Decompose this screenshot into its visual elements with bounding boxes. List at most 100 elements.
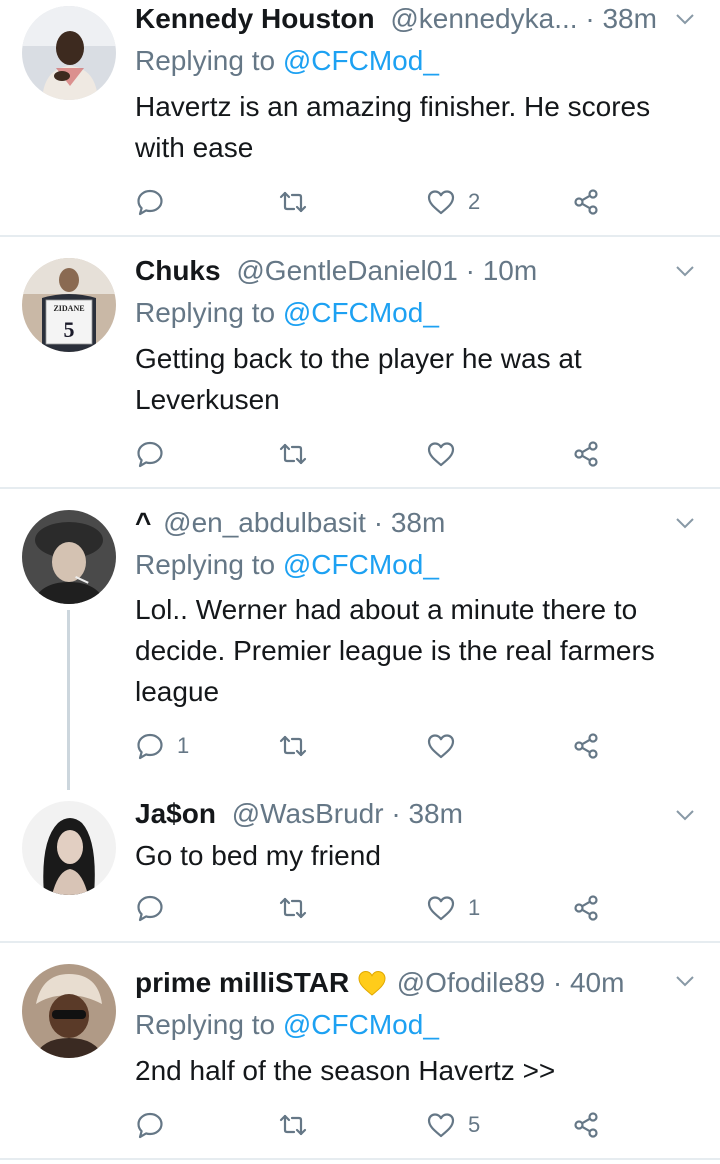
like-button[interactable]: 5 — [426, 1107, 480, 1143]
heart-icon — [427, 1113, 455, 1138]
avatar[interactable] — [22, 801, 116, 895]
avatar[interactable] — [22, 510, 116, 604]
retweet-icon — [279, 443, 307, 465]
share-button[interactable] — [571, 1107, 601, 1143]
retweet-button[interactable] — [278, 1107, 308, 1143]
tweet-card[interactable]: ZIDANE 5 Chuks @GentleDaniel01 · 10m Rep… — [0, 237, 720, 487]
retweet-button[interactable] — [278, 436, 308, 472]
separator-dot: · — [383, 798, 409, 829]
reply-icon — [137, 733, 163, 760]
retweet-icon — [279, 897, 307, 919]
display-name[interactable]: Kennedy Houston — [135, 3, 375, 34]
tweet-card[interactable]: prime milliSTAR @Ofodile89 · 40m Replyin… — [0, 943, 720, 1158]
share-icon — [574, 733, 598, 759]
tweet-card[interactable]: Ja$on @WasBrudr · 38m Go to bed my frien… — [0, 779, 720, 941]
reply-icon — [137, 1112, 163, 1139]
tweet-header: Kennedy Houston @kennedyka... · 38m — [135, 1, 690, 37]
chevron-down-icon[interactable] — [674, 260, 696, 282]
share-button[interactable] — [571, 728, 601, 764]
jersey-name: ZIDANE — [53, 304, 84, 313]
reply-icon — [137, 895, 163, 922]
heart-icon — [427, 190, 455, 215]
replying-to-label: Replying to — [135, 297, 283, 328]
reply-count: 1 — [177, 733, 190, 758]
timestamp[interactable]: 40m — [570, 967, 624, 998]
separator-dot: · — [457, 255, 483, 286]
reply-button[interactable] — [135, 184, 177, 220]
share-button[interactable] — [571, 436, 601, 472]
retweet-button[interactable] — [278, 728, 308, 764]
avatar[interactable] — [22, 6, 116, 100]
mention-link[interactable]: @CFCMod_ — [283, 297, 439, 328]
timestamp[interactable]: 38m — [602, 3, 656, 34]
user-handle[interactable]: @WasBrudr — [232, 798, 384, 829]
replying-to-label: Replying to — [135, 45, 283, 76]
tweet-text: Getting back to the player he was at Lev… — [135, 343, 582, 415]
mention-link[interactable]: @CFCMod_ — [283, 549, 439, 580]
reply-button[interactable]: 1 — [135, 728, 189, 764]
like-button[interactable]: 2 — [426, 184, 480, 220]
separator-dot: · — [577, 3, 603, 34]
action-bar — [135, 436, 720, 472]
user-handle[interactable]: @Ofodile89 — [397, 967, 545, 998]
like-button[interactable] — [426, 436, 468, 472]
tweet-card[interactable]: ^ @en_abdulbasit · 38m Replying to @CFCM… — [0, 489, 720, 779]
avatar[interactable]: ZIDANE 5 — [22, 258, 116, 352]
user-handle[interactable]: @kennedyka... — [390, 3, 577, 34]
jersey-number: 5 — [64, 317, 75, 342]
chevron-down-icon[interactable] — [674, 8, 696, 30]
timestamp[interactable]: 38m — [391, 507, 445, 538]
tweet-text: 2nd half of the season Havertz >> — [135, 1055, 556, 1086]
retweet-icon — [279, 191, 307, 213]
timestamp[interactable]: 38m — [408, 798, 462, 829]
tweet-text: Havertz is an amazing finisher. He score… — [135, 91, 651, 163]
mention-link[interactable]: @CFCMod_ — [283, 45, 439, 76]
chevron-down-icon[interactable] — [674, 804, 696, 826]
separator-dot: · — [545, 967, 570, 998]
share-icon — [574, 189, 598, 215]
tweet-text: Go to bed my friend — [135, 840, 381, 871]
reply-button[interactable] — [135, 890, 177, 926]
display-name[interactable]: ^ — [135, 507, 151, 538]
avatar[interactable] — [22, 964, 116, 1058]
tweet-header: Chuks @GentleDaniel01 · 10m — [135, 253, 690, 289]
action-bar: 5 — [135, 1107, 720, 1143]
display-name[interactable]: Chuks — [135, 255, 221, 286]
reply-icon — [137, 441, 163, 468]
mention-link[interactable]: @CFCMod_ — [283, 1009, 439, 1040]
like-button[interactable] — [426, 728, 468, 764]
action-bar: 2 — [135, 184, 720, 220]
chevron-down-icon[interactable] — [674, 970, 696, 992]
tweet-text: Lol.. Werner had about a minute there to… — [135, 594, 655, 707]
action-bar: 1 — [135, 890, 720, 926]
retweet-icon — [279, 735, 307, 757]
divider — [0, 1158, 720, 1160]
tweet-card[interactable]: Kennedy Houston @kennedyka... · 38m Repl… — [0, 0, 720, 235]
yellow-heart-emoji-icon — [358, 970, 386, 996]
like-count: 5 — [468, 1112, 481, 1137]
share-button[interactable] — [571, 890, 601, 926]
share-button[interactable] — [571, 184, 601, 220]
share-icon — [574, 895, 598, 921]
display-name[interactable]: Ja$on — [135, 798, 216, 829]
replying-to-label: Replying to — [135, 1009, 283, 1040]
timestamp[interactable]: 10m — [483, 255, 537, 286]
user-handle[interactable]: @en_abdulbasit — [163, 507, 366, 538]
chevron-down-icon[interactable] — [674, 512, 696, 534]
replying-to: Replying to @CFCMod_ — [135, 295, 439, 331]
action-bar: 1 — [135, 728, 720, 764]
reply-icon — [137, 189, 163, 216]
like-count: 2 — [468, 189, 481, 214]
retweet-icon — [279, 1114, 307, 1136]
replying-to: Replying to @CFCMod_ — [135, 43, 439, 79]
share-icon — [574, 441, 598, 467]
display-name[interactable]: prime milliSTAR — [135, 967, 349, 998]
like-button[interactable]: 1 — [426, 890, 480, 926]
share-icon — [574, 1112, 598, 1138]
reply-button[interactable] — [135, 1107, 177, 1143]
user-handle[interactable]: @GentleDaniel01 — [236, 255, 457, 286]
reply-button[interactable] — [135, 436, 177, 472]
separator-dot: · — [365, 507, 391, 538]
retweet-button[interactable] — [278, 184, 308, 220]
retweet-button[interactable] — [278, 890, 308, 926]
